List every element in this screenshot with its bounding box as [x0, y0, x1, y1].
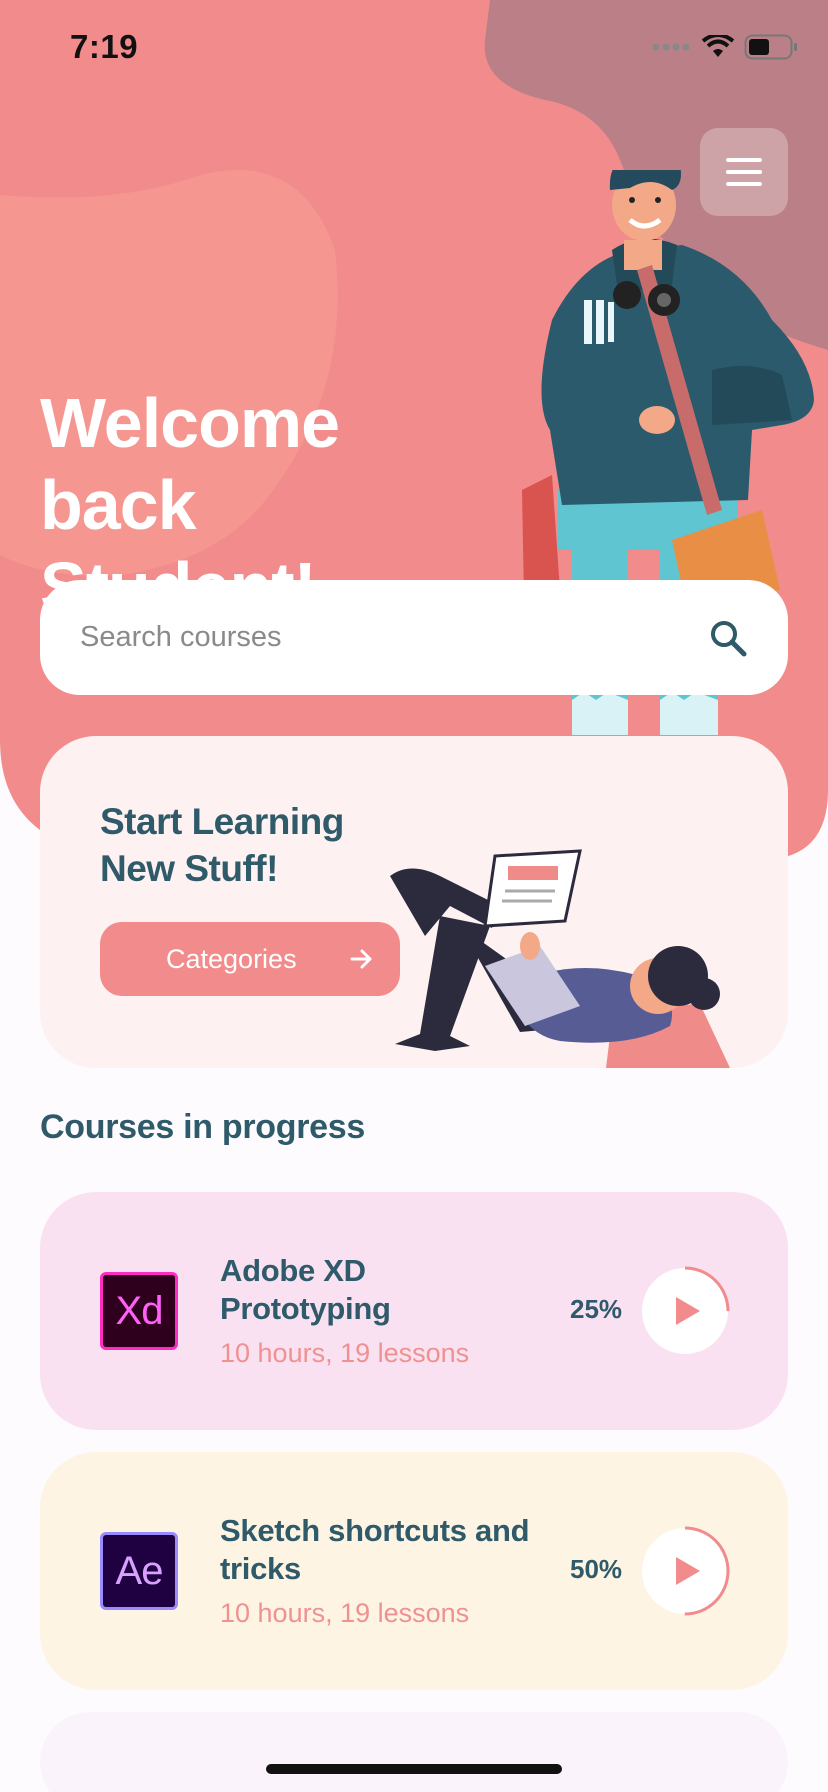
course-progress-label: 50% — [570, 1554, 623, 1584]
promo-title-line-1: Start Learning — [100, 801, 344, 842]
promo-title: Start Learning New Stuff! — [100, 798, 420, 892]
course-title-line-2: Prototyping — [220, 1291, 391, 1326]
course-title-line-1: Sketch shortcuts and — [220, 1513, 530, 1548]
course-title-line-2: tricks — [220, 1551, 301, 1586]
hamburger-icon — [726, 158, 762, 162]
course-meta: 10 hours, 19 lessons — [220, 1598, 470, 1628]
course-title: Adobe XD Prototyping — [220, 1252, 530, 1328]
promo-title-line-2: New Stuff! — [100, 848, 278, 889]
course-card[interactable] — [40, 1712, 788, 1792]
play-button[interactable] — [640, 1526, 730, 1616]
course-card[interactable]: Ae Sketch shortcuts and tricks 10 hours,… — [40, 1452, 788, 1690]
course-title-line-1: Adobe XD — [220, 1253, 366, 1288]
section-title: Courses in progress — [40, 1108, 365, 1146]
battery-icon — [744, 34, 797, 60]
signal-icon — [652, 43, 690, 51]
course-progress-label: 25% — [570, 1294, 623, 1324]
welcome-line-1: Welcome back — [40, 384, 340, 544]
promo-card: Start Learning New Stuff! Categories — [40, 736, 788, 1068]
arrow-right-icon — [350, 949, 372, 969]
status-icons — [652, 34, 798, 60]
adobe-xd-icon: Xd — [100, 1272, 178, 1350]
home-screen: 7:19 Welcome back Search courses Start L… — [0, 0, 828, 1792]
course-card[interactable]: Xd Adobe XD Prototyping 10 hours, 19 les… — [40, 1192, 788, 1430]
search-input[interactable] — [80, 621, 708, 654]
search-bar[interactable] — [40, 580, 788, 695]
categories-button[interactable]: Categories — [100, 922, 400, 996]
search-icon[interactable] — [708, 618, 748, 658]
wifi-icon — [702, 35, 734, 57]
home-indicator — [266, 1764, 562, 1774]
reading-person-illustration — [390, 849, 730, 1068]
play-button[interactable] — [640, 1266, 730, 1356]
course-title: Sketch shortcuts and tricks — [220, 1512, 530, 1588]
status-time: 7:19 — [70, 28, 139, 65]
categories-button-label: Categories — [166, 943, 297, 974]
course-meta: 10 hours, 19 lessons — [220, 1338, 470, 1368]
adobe-ae-icon: Ae — [100, 1532, 178, 1610]
